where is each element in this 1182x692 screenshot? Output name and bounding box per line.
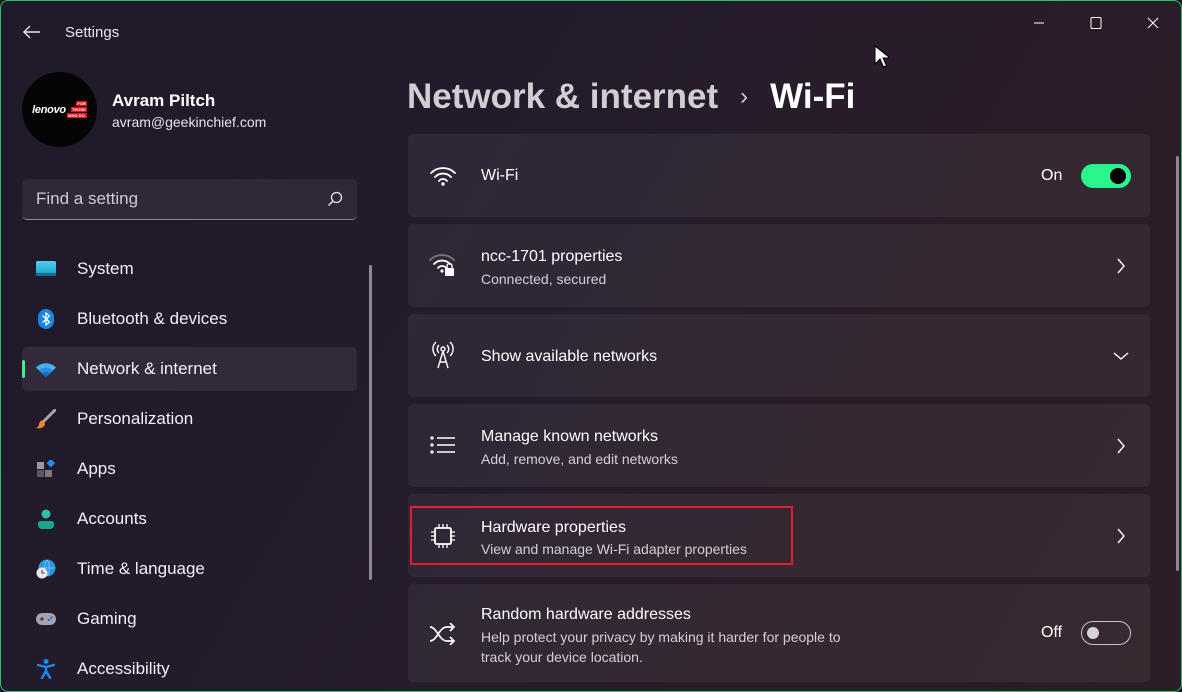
maximize-button[interactable]: [1073, 9, 1119, 37]
person-icon: [37, 509, 55, 529]
avatar-tagline-2: THOSE: [71, 106, 87, 112]
chevron-right-icon: [1117, 528, 1125, 544]
paintbrush-icon: [36, 409, 56, 429]
page-title: Wi-Fi: [770, 77, 856, 116]
shuffle-icon: [429, 623, 456, 645]
back-button[interactable]: [19, 19, 45, 45]
toggle-knob: [1110, 168, 1126, 184]
main-scrollbar[interactable]: [1176, 156, 1179, 571]
sidebar-item-accessibility[interactable]: Accessibility: [22, 647, 357, 691]
avatar-tagline-3: WHO DO.: [66, 112, 87, 118]
chip-icon: [431, 524, 455, 548]
bluetooth-icon: [38, 309, 54, 329]
search-icon[interactable]: [327, 191, 343, 207]
sidebar-item-gaming[interactable]: Gaming: [22, 597, 357, 641]
avatar-tagline: FOR THOSE WHO DO.: [66, 100, 87, 119]
sidebar-item-bluetooth[interactable]: Bluetooth & devices: [22, 297, 357, 341]
card-hardware-properties[interactable]: Hardware properties View and manage Wi-F…: [408, 494, 1150, 577]
sidebar-item-label: Network & internet: [77, 359, 217, 378]
card-subtitle: Add, remove, and edit networks: [481, 451, 678, 467]
chevron-down-icon: [1113, 352, 1129, 360]
close-icon: [1147, 17, 1159, 29]
close-button[interactable]: [1130, 9, 1176, 37]
card-title: Hardware properties: [481, 519, 626, 536]
settings-window: Settings lenovo FOR THOSE WHO DO. Avram …: [0, 0, 1182, 692]
sidebar-item-label: Apps: [77, 459, 116, 478]
user-email: avram@geekinchief.com: [112, 114, 267, 130]
card-network-properties[interactable]: ncc-1701 properties Connected, secured: [408, 224, 1150, 307]
sidebar-item-network[interactable]: Network & internet: [22, 347, 357, 391]
apps-icon: [37, 460, 55, 477]
sidebar-item-label: Personalization: [77, 409, 194, 428]
wifi-toggle[interactable]: [1081, 164, 1131, 188]
breadcrumb-separator: ›: [740, 83, 749, 110]
card-manage-known-networks[interactable]: Manage known networks Add, remove, and e…: [408, 404, 1150, 487]
random-addresses-toggle[interactable]: [1081, 621, 1131, 645]
wifi-lock-icon: [429, 254, 455, 276]
user-name: Avram Piltch: [112, 91, 216, 110]
toggle-state-label: Off: [1041, 624, 1063, 641]
sidebar-item-system[interactable]: System: [22, 247, 357, 291]
globe-clock-icon: [36, 559, 56, 579]
accessibility-icon: [37, 659, 55, 679]
chevron-right-icon: [1117, 258, 1125, 274]
avatar-tagline-1: FOR: [76, 100, 87, 106]
search-input[interactable]: [22, 179, 357, 219]
breadcrumb-parent[interactable]: Network & internet: [407, 77, 718, 117]
active-indicator: [22, 360, 25, 378]
settings-cards: Wi-Fi On ncc-1701 properties Connected, …: [408, 134, 1150, 689]
mouse-cursor-icon: [874, 45, 890, 68]
card-title: Manage known networks: [481, 428, 658, 445]
card-random-hardware-addresses: Random hardware addresses Help protect y…: [408, 584, 1150, 682]
card-show-available-networks[interactable]: Show available networks: [408, 314, 1150, 397]
app-title: Settings: [65, 24, 120, 41]
sidebar-item-personalization[interactable]: Personalization: [22, 397, 357, 441]
card-subtitle: Connected, secured: [481, 271, 607, 287]
minimize-icon: [1034, 22, 1044, 24]
sidebar-item-apps[interactable]: Apps: [22, 447, 357, 491]
maximize-icon: [1090, 17, 1102, 29]
sidebar-item-label: Accounts: [77, 509, 147, 528]
minimize-button[interactable]: [1016, 9, 1062, 37]
arrow-left-icon: [23, 25, 40, 39]
toggle-knob: [1087, 627, 1099, 639]
card-wifi: Wi-Fi On: [408, 134, 1150, 217]
card-title: Show available networks: [481, 348, 658, 365]
sidebar-item-label: System: [77, 259, 134, 278]
card-subtitle-line2: track your device location.: [481, 649, 643, 665]
search-box: [22, 179, 357, 220]
wifi-icon: [36, 362, 56, 377]
card-subtitle-line1: Help protect your privacy by making it h…: [481, 629, 841, 645]
antenna-icon: [432, 341, 454, 369]
monitor-icon: [36, 261, 56, 276]
gamepad-icon: [36, 613, 56, 625]
chevron-right-icon: [1117, 438, 1125, 454]
sidebar-item-label: Time & language: [77, 559, 205, 578]
breadcrumb: Network & internet › Wi-Fi: [407, 75, 855, 119]
card-subtitle: View and manage Wi-Fi adapter properties: [481, 541, 747, 557]
sidebar-item-label: Accessibility: [77, 659, 170, 678]
sidebar-scrollbar[interactable]: [369, 265, 372, 580]
sidebar-nav: System Bluetooth & devices Network & int…: [22, 247, 357, 691]
avatar-logo: lenovo: [32, 103, 66, 116]
list-icon: [430, 436, 455, 454]
sidebar-item-label: Bluetooth & devices: [77, 309, 228, 328]
toggle-state-label: On: [1041, 167, 1063, 184]
wifi-icon: [430, 167, 456, 186]
avatar[interactable]: lenovo FOR THOSE WHO DO.: [22, 72, 97, 147]
card-title: Random hardware addresses: [481, 606, 691, 623]
card-title: ncc-1701 properties: [481, 248, 623, 265]
sidebar-item-label: Gaming: [77, 609, 137, 628]
title-bar: Settings: [1, 1, 1181, 63]
sidebar-item-time-language[interactable]: Time & language: [22, 547, 357, 591]
sidebar-item-accounts[interactable]: Accounts: [22, 497, 357, 541]
card-title: Wi-Fi: [481, 167, 519, 184]
